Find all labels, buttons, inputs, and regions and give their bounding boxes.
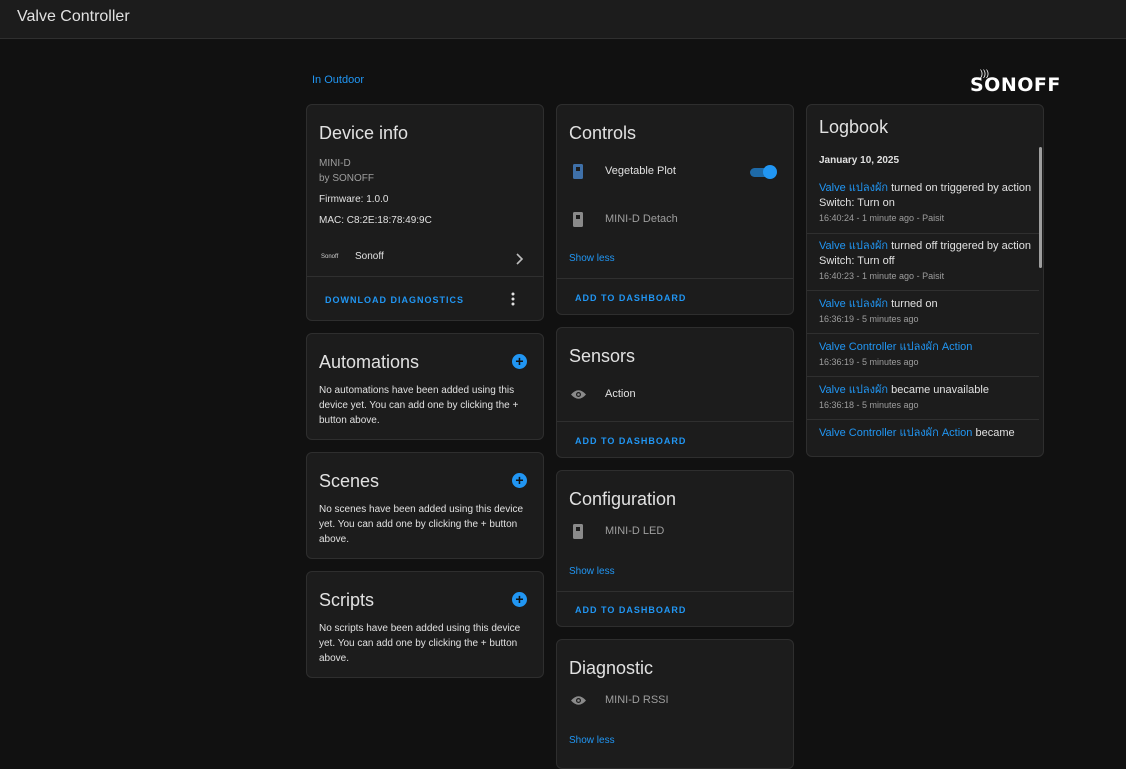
device-info-title: Device info [319, 123, 409, 143]
add-script-button[interactable]: + [512, 592, 527, 607]
add-scene-button[interactable]: + [512, 473, 527, 488]
add-to-dashboard-button[interactable]: ADD TO DASHBOARD [575, 293, 686, 303]
entity-row-mini-d-rssi[interactable]: MINI-D RSSI [557, 690, 793, 712]
log-entry: Valve แปลงผัก turned on 16:36:19 - 5 min… [819, 298, 938, 324]
configuration-title: Configuration [569, 489, 677, 509]
add-to-dashboard-button[interactable]: ADD TO DASHBOARD [575, 436, 686, 446]
log-entity-link[interactable]: Valve Controller แปลงผัก Action [819, 341, 972, 353]
valve-icon [573, 164, 583, 179]
sensors-title: Sensors [569, 346, 636, 366]
more-vert-icon[interactable] [509, 291, 517, 307]
download-diagnostics-button[interactable]: DOWNLOAD DIAGNOSTICS [325, 295, 464, 305]
vegetable-plot-toggle[interactable] [750, 165, 778, 179]
show-less-link[interactable]: Show less [569, 253, 615, 264]
chevron-right-icon [516, 253, 524, 265]
entity-name: Vegetable Plot [605, 165, 676, 177]
logbook-title: Logbook [819, 117, 889, 137]
scripts-empty-text: No scripts have been added using this de… [319, 623, 521, 664]
eye-icon [571, 390, 586, 399]
entity-row-mini-d-detach[interactable]: MINI-D Detach [557, 209, 793, 231]
integration-row[interactable]: Sonoff Sonoff [307, 245, 543, 275]
device-model: MINI-D [319, 158, 351, 169]
scenes-card: Scenes + No scenes have been added using… [306, 452, 544, 559]
top-app-bar: Valve Controller [0, 0, 1126, 39]
entity-row-mini-d-led[interactable]: MINI-D LED [557, 521, 793, 543]
entity-name: MINI-D LED [605, 525, 665, 537]
log-entry: Valve Controller แปลงผัก Action became [819, 427, 1015, 439]
diagnostic-title: Diagnostic [569, 658, 654, 678]
logbook-card: Logbook January 10, 2025 Valve แปลงผัก t… [806, 104, 1044, 457]
device-manufacturer: by SONOFF [319, 173, 375, 184]
sonoff-logo-icon: Sonoff [321, 254, 339, 260]
add-automation-button[interactable]: + [512, 354, 527, 369]
log-entry: Valve แปลงผัก turned on triggered by act… [819, 182, 1032, 223]
log-entity-link[interactable]: Valve แปลงผัก [819, 182, 888, 194]
brand-logo: ))) SONOFF [970, 68, 1061, 96]
entity-name: Action [605, 388, 636, 400]
logbook-scrollbar[interactable] [1039, 147, 1042, 268]
add-to-dashboard-button[interactable]: ADD TO DASHBOARD [575, 605, 686, 615]
scenes-empty-text: No scenes have been added using this dev… [319, 504, 524, 545]
log-entry: Valve แปลงผัก turned off triggered by ac… [819, 240, 1031, 281]
log-entry: Valve แปลงผัก became unavailable 16:36:1… [819, 384, 989, 410]
logbook-date: January 10, 2025 [819, 155, 900, 166]
log-entity-link[interactable]: Valve แปลงผัก [819, 240, 888, 252]
automations-empty-text: No automations have been added using thi… [319, 385, 519, 426]
switch-icon [573, 524, 583, 539]
device-info-card: Device info MINI-D by SONOFF Firmware: 1… [306, 104, 544, 321]
scripts-card: Scripts + No scripts have been added usi… [306, 571, 544, 678]
configuration-card: Configuration MINI-D LED Show less ADD T… [556, 470, 794, 627]
mac-address: MAC: C8:2E:18:78:49:9C [319, 215, 432, 226]
controls-card: Controls Vegetable Plot MINI-D Detach Sh… [556, 104, 794, 315]
entity-row-vegetable-plot[interactable]: Vegetable Plot [557, 161, 793, 183]
area-link[interactable]: In Outdoor [312, 74, 364, 86]
automations-title: Automations [319, 352, 420, 372]
entity-row-action[interactable]: Action [557, 384, 793, 406]
entity-name: MINI-D Detach [605, 213, 678, 225]
sensors-card: Sensors Action ADD TO DASHBOARD [556, 327, 794, 458]
show-less-link[interactable]: Show less [569, 735, 615, 746]
scenes-title: Scenes [319, 471, 380, 491]
switch-icon [573, 212, 583, 227]
controls-title: Controls [569, 123, 637, 143]
entity-name: MINI-D RSSI [605, 694, 669, 706]
eye-icon [571, 696, 586, 705]
page-title: Valve Controller [17, 8, 130, 25]
firmware-version: Firmware: 1.0.0 [319, 194, 389, 205]
show-less-link[interactable]: Show less [569, 566, 615, 577]
log-entity-link[interactable]: Valve แปลงผัก [819, 298, 888, 310]
log-entity-link[interactable]: Valve แปลงผัก [819, 384, 888, 396]
log-entity-link[interactable]: Valve Controller แปลงผัก Action [819, 427, 972, 439]
log-entry: Valve Controller แปลงผัก Action 16:36:19… [819, 341, 973, 367]
scripts-title: Scripts [319, 590, 375, 610]
automations-card: Automations + No automations have been a… [306, 333, 544, 440]
diagnostic-card: Diagnostic MINI-D RSSI Show less [556, 639, 794, 769]
integration-name: Sonoff [355, 251, 384, 262]
